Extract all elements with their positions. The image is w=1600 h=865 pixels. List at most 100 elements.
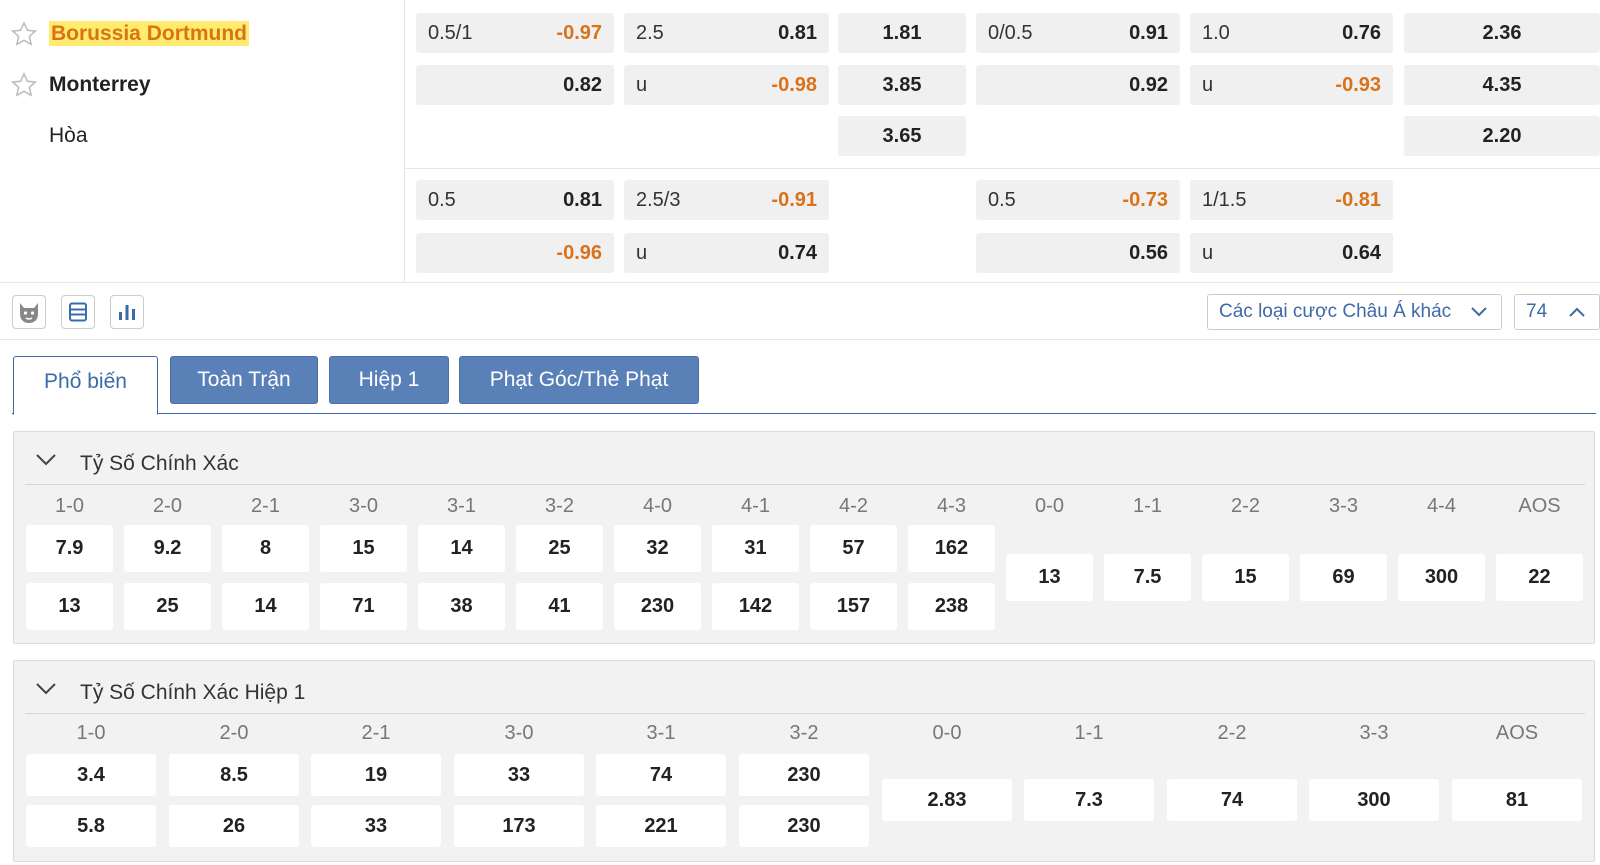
odds-cell[interactable]: 41 — [516, 583, 603, 630]
odds-cell[interactable]: 221 — [596, 805, 726, 847]
odds-cell[interactable]: 81 — [1452, 779, 1582, 821]
odds-cell[interactable]: 57 — [810, 525, 897, 572]
match-odds-panel: Borussia Dortmund Monterrey Hòa 0.5/1 -0.… — [0, 0, 1600, 283]
odds-cell[interactable]: 230 — [739, 805, 869, 847]
odds-cell[interactable]: 2.5 0.81 — [624, 13, 829, 53]
odds-cell[interactable]: 26 — [169, 805, 299, 847]
odds-cell[interactable]: 0.5/1 -0.97 — [416, 13, 614, 53]
odds-cell[interactable]: 22 — [1496, 554, 1583, 601]
odds-cell[interactable]: 38 — [418, 583, 505, 630]
tab-corners-cards[interactable]: Phạt Góc/Thẻ Phạt — [459, 356, 699, 404]
odds-cell[interactable]: 33 — [311, 805, 441, 847]
odds-cell[interactable]: 1.81 — [838, 13, 966, 53]
odds-cell[interactable]: 173 — [454, 805, 584, 847]
odds-cell[interactable]: 3.65 — [838, 116, 966, 156]
odds-cell[interactable]: 7.9 — [26, 525, 113, 572]
odds-cell[interactable]: 14 — [418, 525, 505, 572]
odds-cell[interactable]: 71 — [320, 583, 407, 630]
odds-cell[interactable]: 238 — [908, 583, 995, 630]
odds-cell[interactable]: 7.3 — [1024, 779, 1154, 821]
odds-cell[interactable]: 13 — [26, 583, 113, 630]
odds-cell[interactable]: 2.20 — [1404, 116, 1600, 156]
score-header: AOS — [1518, 495, 1561, 517]
odds-cell[interactable]: 300 — [1309, 779, 1439, 821]
odds-cell[interactable]: 2.36 — [1404, 13, 1600, 53]
odds-cell[interactable]: 2.5/3 -0.91 — [624, 180, 829, 220]
score-header: 3-0 — [349, 495, 378, 517]
odds-cell[interactable]: 74 — [1167, 779, 1297, 821]
tab-popular[interactable]: Phổ biến — [13, 356, 158, 415]
odds-cell[interactable]: 9.2 — [124, 525, 211, 572]
correct-score-h1-section: Tỷ Số Chính Xác Hiệp 1 1-0 2-0 2-1 3-0 3-1 3-… — [13, 660, 1595, 862]
stats-button[interactable] — [110, 295, 144, 329]
score-header: 2-0 — [219, 722, 249, 744]
score-header: 2-2 — [1231, 495, 1260, 517]
odds-cell[interactable]: 0.5 -0.73 — [976, 180, 1180, 220]
section-header[interactable]: Tỷ Số Chính Xác — [25, 432, 1585, 485]
odds-cell[interactable]: 230 — [614, 583, 701, 630]
odds-cell[interactable]: u 0.64 — [1190, 233, 1393, 273]
odds-cell[interactable]: 142 — [712, 583, 799, 630]
odds-cell[interactable]: 0/0.5 0.91 — [976, 13, 1180, 53]
home-team-name[interactable]: Borussia Dortmund — [49, 21, 250, 46]
odds-cell[interactable]: 7.5 — [1104, 554, 1191, 601]
odds-cell[interactable]: 15 — [320, 525, 407, 572]
odds-cell[interactable]: 300 — [1398, 554, 1485, 601]
bet-type-select[interactable]: Các loại cược Châu Á khác — [1207, 294, 1502, 330]
tab-first-half[interactable]: Hiệp 1 — [329, 356, 449, 404]
market-count-select[interactable]: 74 — [1514, 294, 1600, 330]
star-icon[interactable] — [10, 20, 38, 48]
odds-cell[interactable]: 3.85 — [838, 65, 966, 105]
section-header[interactable]: Tỷ Số Chính Xác Hiệp 1 — [25, 661, 1585, 714]
score-header: 1-1 — [1133, 495, 1162, 517]
list-view-button[interactable] — [61, 295, 95, 329]
odds-cell[interactable]: 1/1.5 -0.81 — [1190, 180, 1393, 220]
odds-cell[interactable]: 19 — [311, 754, 441, 796]
tab-full-time[interactable]: Toàn Trận — [170, 356, 318, 404]
score-header: AOS — [1495, 722, 1539, 744]
odds-cell[interactable]: 0.5 0.81 — [416, 180, 614, 220]
odds-cell[interactable]: 162 — [908, 525, 995, 572]
odds-cell[interactable]: 8.5 — [169, 754, 299, 796]
score-header: 3-1 — [447, 495, 476, 517]
score-header: 4-2 — [839, 495, 868, 517]
odds-cell[interactable]: 8 — [222, 525, 309, 572]
odds-cell[interactable]: 1.0 0.76 — [1190, 13, 1393, 53]
odds-cell[interactable]: 230 — [739, 754, 869, 796]
odds-cell[interactable]: 25 — [124, 583, 211, 630]
odds-cell[interactable]: 3.4 — [26, 754, 156, 796]
odds-cell[interactable]: 4.35 — [1404, 65, 1600, 105]
chevron-down-icon — [1471, 307, 1487, 317]
star-icon[interactable] — [10, 71, 38, 99]
odds-cell[interactable]: 74 — [596, 754, 726, 796]
section-title: Tỷ Số Chính Xác — [80, 452, 239, 475]
bet-type-select-value: Các loại cược Châu Á khác — [1219, 301, 1452, 322]
odds-cell[interactable]: 0.92 — [976, 65, 1180, 105]
odds-cell[interactable]: -0.96 — [416, 233, 614, 273]
odds-cell[interactable]: 13 — [1006, 554, 1093, 601]
odds-cell[interactable]: u 0.74 — [624, 233, 829, 273]
odds-cell[interactable]: 14 — [222, 583, 309, 630]
odds-cell[interactable]: 2.83 — [882, 779, 1012, 821]
odds-cell[interactable]: 69 — [1300, 554, 1387, 601]
odds-cell[interactable]: 0.56 — [976, 233, 1180, 273]
odds-cell[interactable]: 25 — [516, 525, 603, 572]
odds-cell[interactable]: u -0.98 — [624, 65, 829, 105]
odds-cell[interactable]: 32 — [614, 525, 701, 572]
score-header: 2-1 — [251, 495, 280, 517]
away-team-name[interactable]: Monterrey — [49, 73, 151, 97]
odds-cell[interactable]: 157 — [810, 583, 897, 630]
chevron-down-icon — [36, 454, 56, 466]
list-icon — [69, 302, 87, 322]
bar-chart-icon — [119, 305, 135, 320]
odds-cell[interactable]: u -0.93 — [1190, 65, 1393, 105]
odds-cell[interactable]: 15 — [1202, 554, 1289, 601]
odds-cell[interactable]: 0.82 — [416, 65, 614, 105]
odds-cell[interactable]: 31 — [712, 525, 799, 572]
mascot-button[interactable] — [12, 295, 46, 329]
market-count-value: 74 — [1526, 301, 1548, 322]
score-header: 1-1 — [1074, 722, 1104, 744]
mascot-icon — [20, 303, 38, 323]
odds-cell[interactable]: 5.8 — [26, 805, 156, 847]
odds-cell[interactable]: 33 — [454, 754, 584, 796]
